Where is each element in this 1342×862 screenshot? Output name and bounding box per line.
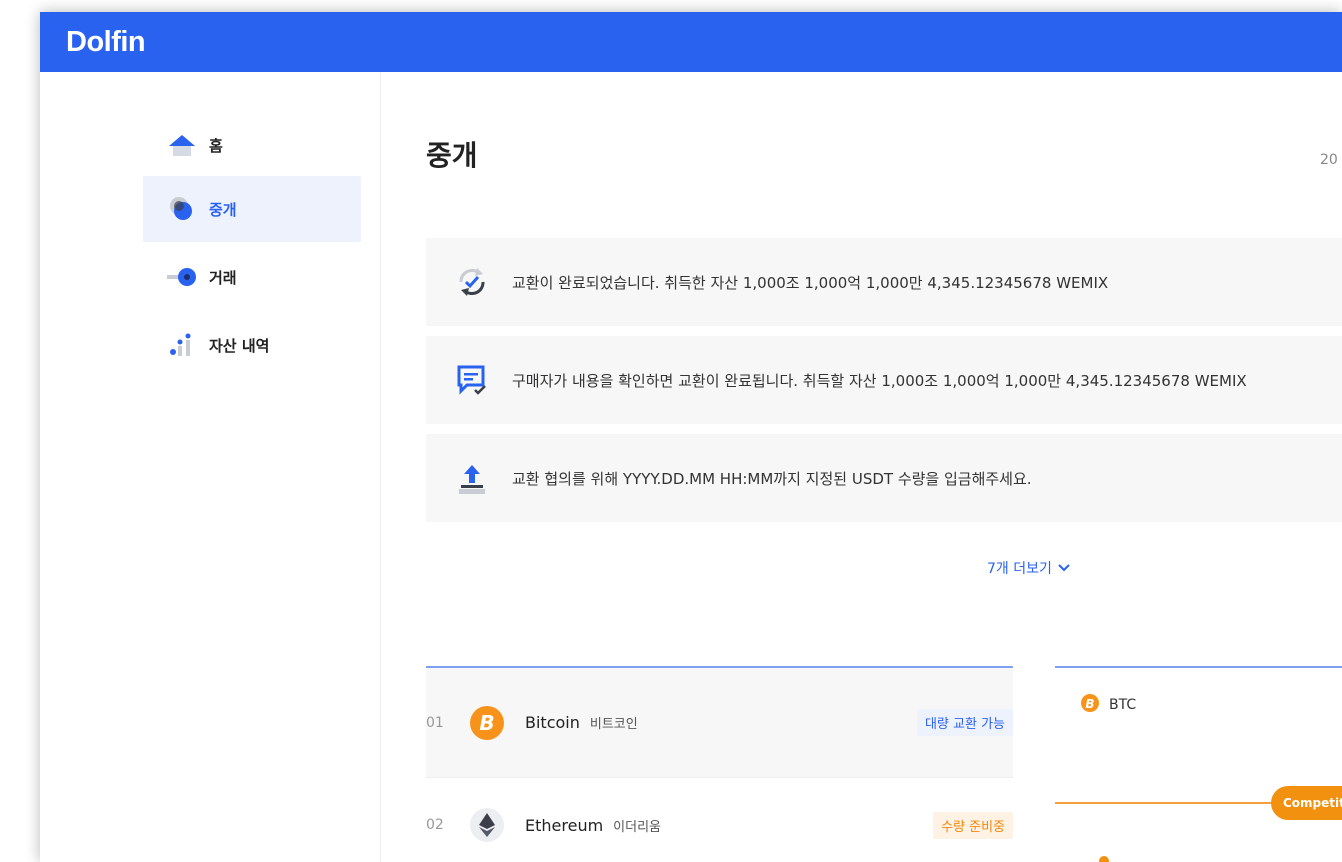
coin-korean-name: 비트코인 [589, 717, 638, 732]
top-bar: Dolfin [40, 12, 1342, 72]
sidebar-item-trade[interactable]: 거래 [143, 244, 361, 310]
app-window: Dolfin 홈 중개 거래 자산 내역 중개 20 교환이 완료되었습니다. … [40, 12, 1342, 862]
btc-panel: B BTC Competit [1055, 666, 1342, 862]
asset-history-icon [167, 330, 197, 360]
notice-text: 교환이 완료되었습니다. 취득한 자산 1,000조 1,000억 1,000만… [512, 273, 1109, 292]
exchange-complete-icon [454, 264, 490, 300]
dolfin-logo[interactable]: Dolfin [66, 26, 146, 59]
home-icon [167, 130, 197, 160]
date-text: 20 [1320, 152, 1338, 168]
chevron-down-icon [1058, 560, 1070, 576]
status-badge: 수량 준비중 [933, 811, 1013, 839]
coin-name: Bitcoin [525, 713, 580, 732]
coin-row-ethereum[interactable]: 02 Ethereum 이더리움 수량 준비중 [426, 780, 1013, 862]
sidebar-item-label: 자산 내역 [209, 336, 270, 355]
notice-deposit[interactable]: 교환 협의를 위해 YYYY.DD.MM HH:MM까지 지정된 USDT 수량… [426, 434, 1342, 522]
bitcoin-icon: B [470, 705, 504, 740]
sidebar-item-asset-history[interactable]: 자산 내역 [143, 312, 361, 378]
notice-confirm-message[interactable]: 구매자가 내용을 확인하면 교환이 완료됩니다. 취득할 자산 1,000조 1… [426, 336, 1342, 424]
sidebar: 홈 중개 거래 자산 내역 [40, 72, 381, 862]
bitcoin-icon: B [1081, 694, 1099, 716]
sidebar-item-brokerage[interactable]: 중개 [143, 176, 361, 242]
btc-panel-header: B BTC [1081, 694, 1136, 716]
sidebar-item-label: 중개 [209, 200, 237, 219]
svg-text:B: B [479, 712, 494, 734]
brokerage-icon [167, 194, 197, 224]
notice-exchange-complete[interactable]: 교환이 완료되었습니다. 취득한 자산 1,000조 1,000억 1,000만… [426, 238, 1342, 326]
coin-korean-name: 이더리움 [613, 819, 662, 835]
ethereum-icon [470, 808, 504, 842]
coin-row-bitcoin[interactable]: 01 B Bitcoin 비트코인 대량 교환 가능 [426, 668, 1013, 778]
sidebar-item-label: 홈 [209, 136, 223, 155]
coin-list: 01 B Bitcoin 비트코인 대량 교환 가능 02 Ethereum 이… [426, 666, 1013, 862]
show-more-button[interactable]: 7개 더보기 [987, 558, 1070, 578]
confirm-message-icon [454, 362, 490, 398]
notice-text: 구매자가 내용을 확인하면 교환이 완료됩니다. 취득할 자산 1,000조 1… [512, 371, 1247, 390]
status-badge: 대량 교환 가능 [916, 709, 1013, 736]
upload-icon [454, 460, 490, 496]
chart-dot [1099, 856, 1109, 862]
notice-text: 교환 협의를 위해 YYYY.DD.MM HH:MM까지 지정된 USDT 수량… [512, 469, 1032, 488]
main-content: 중개 20 교환이 완료되었습니다. 취득한 자산 1,000조 1,000억 … [381, 72, 1342, 862]
trade-icon [167, 262, 197, 292]
competition-pill[interactable]: Competit [1271, 786, 1342, 820]
coin-rank: 02 [426, 817, 444, 833]
show-more-label: 7개 더보기 [987, 561, 1052, 577]
sidebar-item-label: 거래 [209, 268, 237, 287]
coin-rank: 01 [426, 714, 444, 731]
svg-text:B: B [1085, 697, 1094, 711]
btc-symbol: BTC [1109, 697, 1137, 713]
sidebar-item-home[interactable]: 홈 [143, 112, 361, 178]
page-title: 중개 [426, 139, 478, 172]
coin-name: Ethereum [525, 815, 604, 835]
